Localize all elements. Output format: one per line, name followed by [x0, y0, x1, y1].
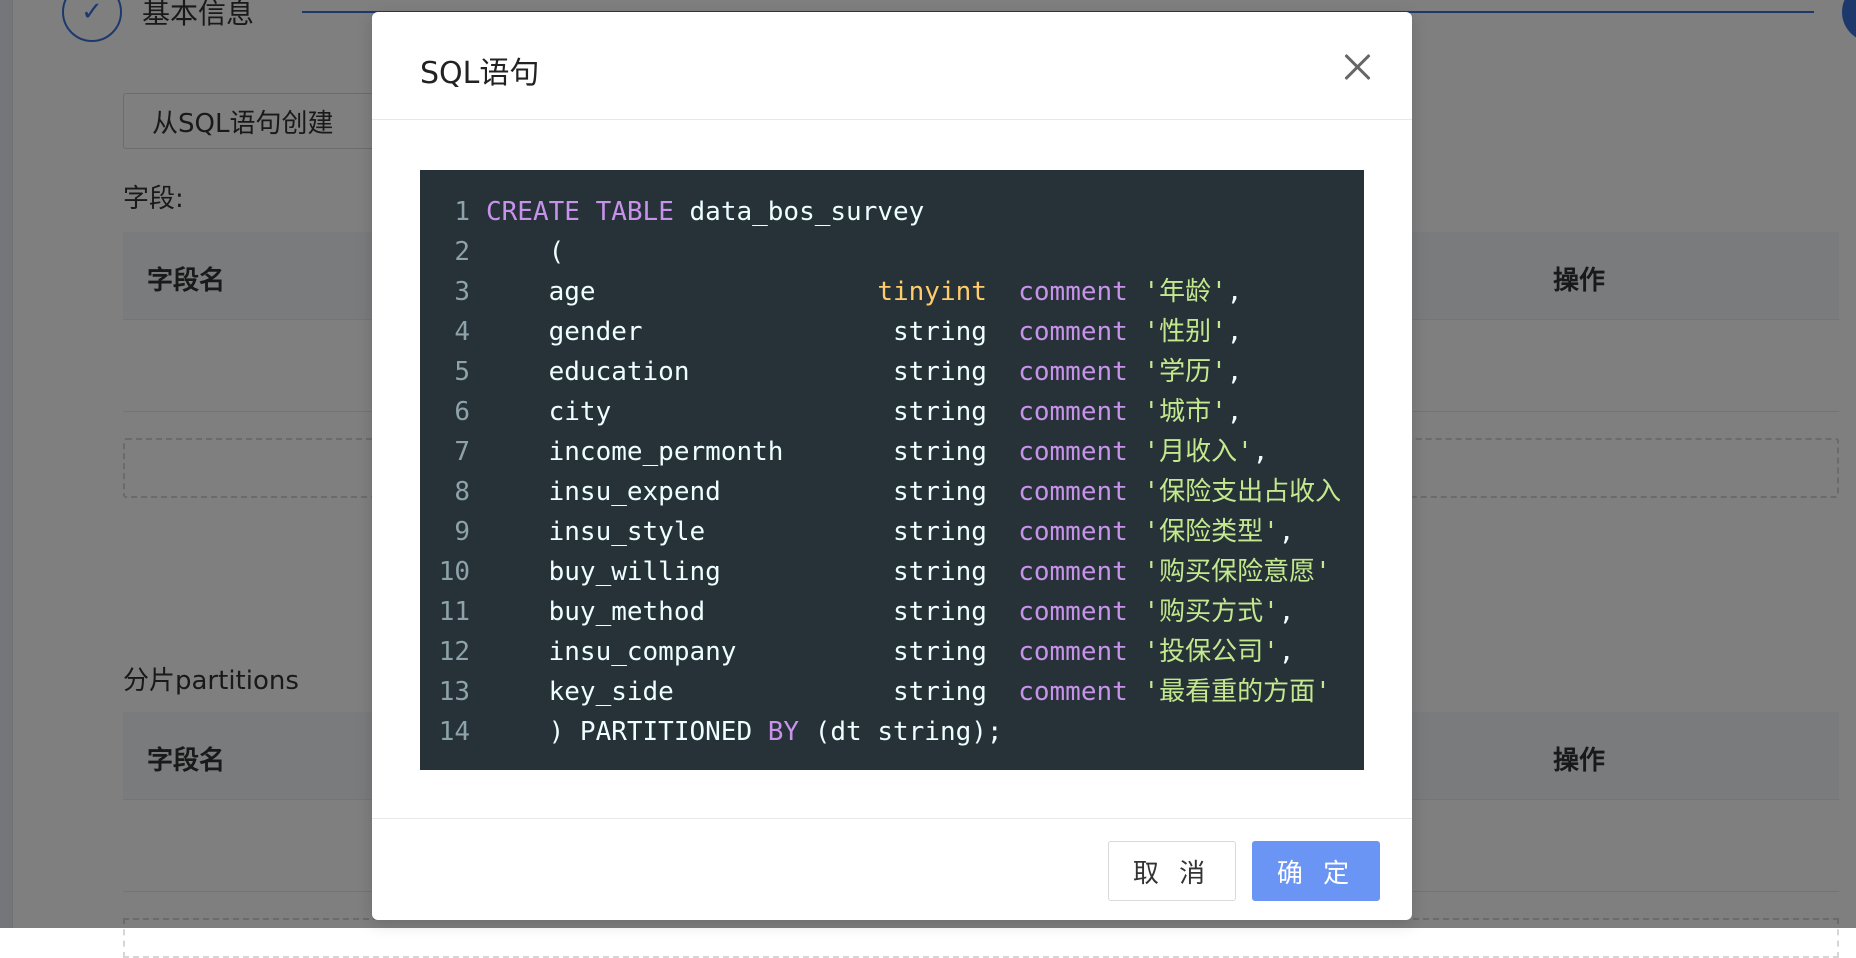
code-line: 8 insu_expend string comment '保险支出占收入 [420, 472, 1364, 512]
code-line: 4 gender string comment '性别', [420, 312, 1364, 352]
code-text: education string comment '学历', [486, 357, 1243, 387]
code-line: 9 insu_style string comment '保险类型', [420, 512, 1364, 552]
code-line: 5 education string comment '学历', [420, 352, 1364, 392]
code-line: 2 ( [420, 232, 1364, 272]
code-line: 12 insu_company string comment '投保公司', [420, 632, 1364, 672]
line-number: 11 [438, 597, 470, 627]
code-line: 10 buy_willing string comment '购买保险意愿' [420, 552, 1364, 592]
code-text: CREATE TABLE data_bos_survey [486, 197, 925, 227]
line-number: 8 [454, 477, 470, 507]
code-line: 13 key_side string comment '最看重的方面' [420, 672, 1364, 712]
line-number: 5 [454, 357, 470, 387]
code-text: age tinyint comment '年龄', [486, 277, 1243, 307]
line-number: 13 [438, 677, 470, 707]
cancel-button[interactable]: 取 消 [1108, 841, 1236, 901]
code-text: income_permonth string comment '月收入', [486, 437, 1269, 467]
close-icon[interactable] [1340, 50, 1374, 84]
code-line: 6 city string comment '城市', [420, 392, 1364, 432]
line-number: 10 [438, 557, 470, 587]
code-text: insu_style string comment '保险类型', [486, 517, 1295, 547]
confirm-button[interactable]: 确 定 [1252, 841, 1380, 901]
dialog-header: SQL语句 [372, 12, 1412, 120]
code-text: insu_expend string comment '保险支出占收入 [486, 477, 1342, 507]
line-number: 12 [438, 637, 470, 667]
dialog-footer: 取 消 确 定 [372, 818, 1412, 920]
line-number: 4 [454, 317, 470, 347]
code-line: 7 income_permonth string comment '月收入', [420, 432, 1364, 472]
code-text: ) PARTITIONED BY (dt string); [486, 717, 1003, 747]
sql-code-editor[interactable]: 1 CREATE TABLE data_bos_survey 2 (3 age ti… [420, 170, 1364, 770]
code-text: city string comment '城市', [486, 397, 1243, 427]
code-line: 3 age tinyint comment '年龄', [420, 272, 1364, 312]
code-text: key_side string comment '最看重的方面' [486, 677, 1331, 707]
code-text: ( [486, 237, 565, 267]
sql-statement-dialog: SQL语句 1 CREATE TABLE data_bos_survey 2 (3 … [372, 12, 1412, 920]
line-number: 6 [454, 397, 470, 427]
code-text: buy_willing string comment '购买保险意愿' [486, 557, 1331, 587]
line-number: 3 [454, 277, 470, 307]
dialog-title: SQL语句 [420, 56, 540, 91]
line-number: 2 [454, 237, 470, 267]
code-text: gender string comment '性别', [486, 317, 1243, 347]
code-line: 1 CREATE TABLE data_bos_survey [420, 192, 1364, 232]
code-text: buy_method string comment '购买方式', [486, 597, 1295, 627]
code-line: 14 ) PARTITIONED BY (dt string); [420, 712, 1364, 752]
line-number: 7 [454, 437, 470, 467]
code-text: insu_company string comment '投保公司', [486, 637, 1295, 667]
line-number: 1 [454, 197, 470, 227]
code-line: 11 buy_method string comment '购买方式', [420, 592, 1364, 632]
line-number: 14 [438, 717, 470, 747]
line-number: 9 [454, 517, 470, 547]
